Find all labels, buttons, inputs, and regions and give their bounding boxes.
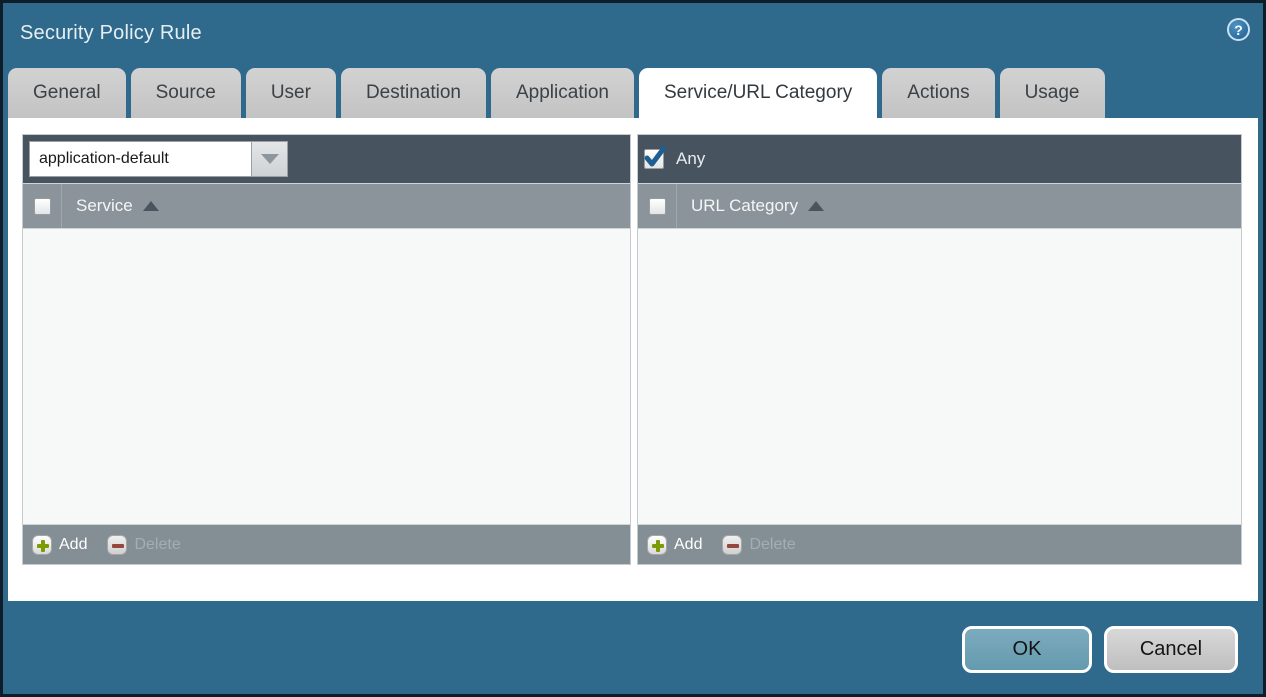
help-icon[interactable]: ?: [1227, 18, 1250, 41]
minus-icon: [722, 535, 742, 555]
add-button-label: Add: [59, 536, 87, 554]
tab-general[interactable]: General: [8, 68, 126, 118]
any-checkbox[interactable]: [644, 149, 664, 169]
service-toolbar: [23, 135, 630, 183]
url-category-list[interactable]: [638, 229, 1241, 524]
tab-source[interactable]: Source: [131, 68, 241, 118]
tab-bar: General Source User Destination Applicat…: [8, 68, 1105, 118]
sort-ascending-icon: [808, 201, 824, 211]
tab-usage[interactable]: Usage: [1000, 68, 1105, 118]
service-list[interactable]: [23, 229, 630, 524]
url-category-column-label: URL Category: [691, 196, 798, 216]
service-select-all-cell: [23, 184, 62, 228]
service-select-all-checkbox[interactable]: [34, 198, 51, 215]
url-category-column-header-row: URL Category: [638, 183, 1241, 229]
plus-icon: [32, 535, 52, 555]
checkmark-icon: [643, 145, 667, 169]
delete-button-label: Delete: [749, 536, 795, 554]
service-delete-button[interactable]: Delete: [107, 535, 180, 555]
ok-button[interactable]: OK: [962, 626, 1092, 673]
titlebar: Security Policy Rule ?: [3, 3, 1263, 65]
service-type-dropdown-button[interactable]: [251, 141, 288, 177]
tab-actions[interactable]: Actions: [882, 68, 994, 118]
tab-content-area: Service Add Delete: [8, 118, 1258, 601]
service-add-button[interactable]: Add: [32, 535, 87, 555]
service-type-input[interactable]: [29, 141, 251, 177]
service-footer: Add Delete: [23, 524, 630, 564]
sort-ascending-icon: [143, 201, 159, 211]
tab-application[interactable]: Application: [491, 68, 634, 118]
any-checkbox-label: Any: [676, 149, 705, 169]
delete-button-label: Delete: [134, 536, 180, 554]
plus-icon: [647, 535, 667, 555]
tab-service-url-category[interactable]: Service/URL Category: [639, 68, 877, 118]
url-category-column-header[interactable]: URL Category: [691, 196, 824, 216]
url-category-select-all-checkbox[interactable]: [649, 198, 666, 215]
cancel-button[interactable]: Cancel: [1104, 626, 1238, 673]
url-category-add-button[interactable]: Add: [647, 535, 702, 555]
url-category-toolbar: Any: [638, 135, 1241, 183]
url-category-footer: Add Delete: [638, 524, 1241, 564]
help-glyph: ?: [1234, 22, 1243, 38]
add-button-label: Add: [674, 536, 702, 554]
url-category-panel: Any URL Category Add: [637, 134, 1242, 565]
url-category-delete-button[interactable]: Delete: [722, 535, 795, 555]
service-panel: Service Add Delete: [22, 134, 631, 565]
service-column-header[interactable]: Service: [76, 196, 159, 216]
tab-user[interactable]: User: [246, 68, 336, 118]
security-policy-rule-dialog: Security Policy Rule ? General Source Us…: [0, 0, 1266, 697]
minus-icon: [107, 535, 127, 555]
chevron-down-icon: [261, 154, 279, 164]
url-category-select-all-cell: [638, 184, 677, 228]
service-type-combobox: [29, 141, 288, 177]
service-column-header-row: Service: [23, 183, 630, 229]
service-column-label: Service: [76, 196, 133, 216]
dialog-title: Security Policy Rule: [20, 22, 202, 45]
tab-destination[interactable]: Destination: [341, 68, 486, 118]
